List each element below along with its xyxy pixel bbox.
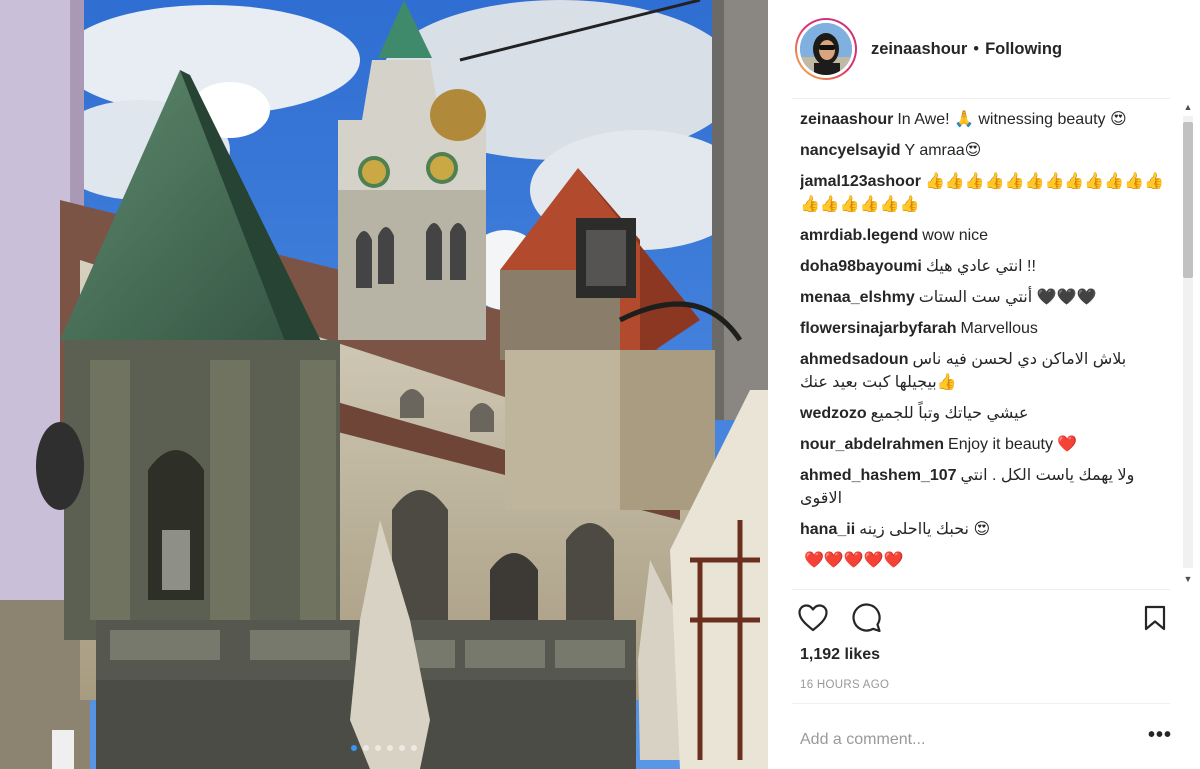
comment-text: Y amraa😍 [904,142,982,159]
comments-list[interactable]: zeinaashour In Awe! 🙏 witnessing beauty 😍… [800,108,1172,590]
comment-item: doha98bayoumi انتي عادي هيك !! [800,255,1172,278]
comment-username[interactable]: zeinaashour [800,111,893,128]
carousel-dot[interactable] [411,745,417,751]
comment-username[interactable]: doha98bayoumi [800,258,922,275]
carousel-dot[interactable] [351,745,357,751]
username-link[interactable]: zeinaashour [871,40,967,59]
comment-username[interactable]: jamal123ashoor [800,173,921,190]
save-button[interactable] [1138,600,1172,636]
divider [792,589,1170,590]
avatar[interactable] [800,23,852,75]
comment-item: zeinaashour In Awe! 🙏 witnessing beauty 😍 [800,108,1172,131]
carousel-dot[interactable] [399,745,405,751]
comment-username[interactable]: ahmed_hashem_107 [800,467,957,484]
post-timestamp[interactable]: 16 HOURS AGO [800,679,889,691]
comment-username[interactable]: nour_abdelrahmen [800,436,944,453]
post-photo[interactable] [0,0,768,769]
post-header: zeinaashour • Following [795,18,1170,80]
carousel-dot[interactable] [363,745,369,751]
scrollbar-thumb[interactable] [1183,122,1193,278]
comment-item: nour_abdelrahmen Enjoy it beauty ❤️ [800,433,1172,456]
like-button[interactable] [796,600,830,636]
comment-item: hana_ii نحبك يااحلى زينه 😍 [800,518,1172,541]
avatar-story-ring[interactable] [795,18,857,80]
comment-text: Enjoy it beauty ❤️ [948,436,1078,453]
comment-item: jamal123ashoor 👍👍👍👍👍👍👍👍👍👍👍👍👍👍👍👍👍👍 [800,170,1172,216]
comment-text: نحبك يااحلى زينه 😍 [859,521,991,538]
comment-text: عيشي حياتك وتباً للجميع [870,405,1029,422]
carousel-dot[interactable] [387,745,393,751]
bookmark-icon [1144,605,1166,631]
comment-text: In Awe! 🙏 witnessing beauty 😍 [897,111,1127,128]
scroll-up-arrow-icon[interactable]: ▲ [1180,100,1196,114]
comment-username[interactable]: amrdiab.legend [800,227,918,244]
comment-item: ahmed_hashem_107 ولا يهمك ياست الكل . انت… [800,464,1172,510]
comment-username[interactable]: hana_ii [800,521,855,538]
carousel-indicator[interactable] [0,745,768,751]
comment-item: wedzozo عيشي حياتك وتباً للجميع [800,402,1172,425]
comment-bubble-icon [852,603,881,633]
comment-item: menaa_elshmy أنتي ست الستات 🖤🖤🖤 [800,286,1172,309]
comment-text: انتي عادي هيك !! [925,258,1036,275]
more-options-button[interactable]: ••• [1148,725,1172,752]
heart-outline-icon [798,604,828,632]
comment-item: amrdiab.legend wow nice [800,224,1172,247]
comment-username[interactable]: ahmedsadoun [800,351,908,368]
comment-username[interactable]: menaa_elshmy [800,289,915,306]
comment-text: ❤️❤️❤️❤️❤️ [804,552,904,569]
likes-count[interactable]: 1,192 likes [800,646,880,664]
comment-item: ahmedsadoun بلاش الاماكن دي لحسن فيه ناس … [800,348,1172,394]
header-separator: • [973,39,980,58]
scroll-down-arrow-icon[interactable]: ▼ [1180,572,1196,586]
following-button[interactable]: Following [985,40,1062,59]
comment-username[interactable]: flowersinajarbyfarah [800,320,957,337]
carousel-dot[interactable] [375,745,381,751]
add-comment-input[interactable] [800,727,1130,753]
comment-item: flowersinajarbyfarah Marvellous [800,317,1172,340]
comment-username[interactable]: wedzozo [800,405,867,422]
comments-scrollbar[interactable]: ▲ ▼ [1180,100,1196,586]
church-photo-illustration [0,0,768,769]
action-bar [798,600,1172,636]
comment-text: wow nice [922,227,989,244]
comment-item: nancyelsayid Y amraa😍 [800,139,1172,162]
divider [792,703,1170,704]
comment-username[interactable]: nancyelsayid [800,142,901,159]
comment-text: Marvellous [960,320,1038,337]
divider [792,98,1170,99]
comment-button[interactable] [850,600,884,636]
avatar-image [800,23,852,75]
post-sidebar: zeinaashour • Following zeinaashour In Aw… [768,0,1200,769]
comment-text: أنتي ست الستات 🖤🖤🖤 [918,289,1097,306]
comment-item: ❤️❤️❤️❤️❤️ [800,549,1172,572]
